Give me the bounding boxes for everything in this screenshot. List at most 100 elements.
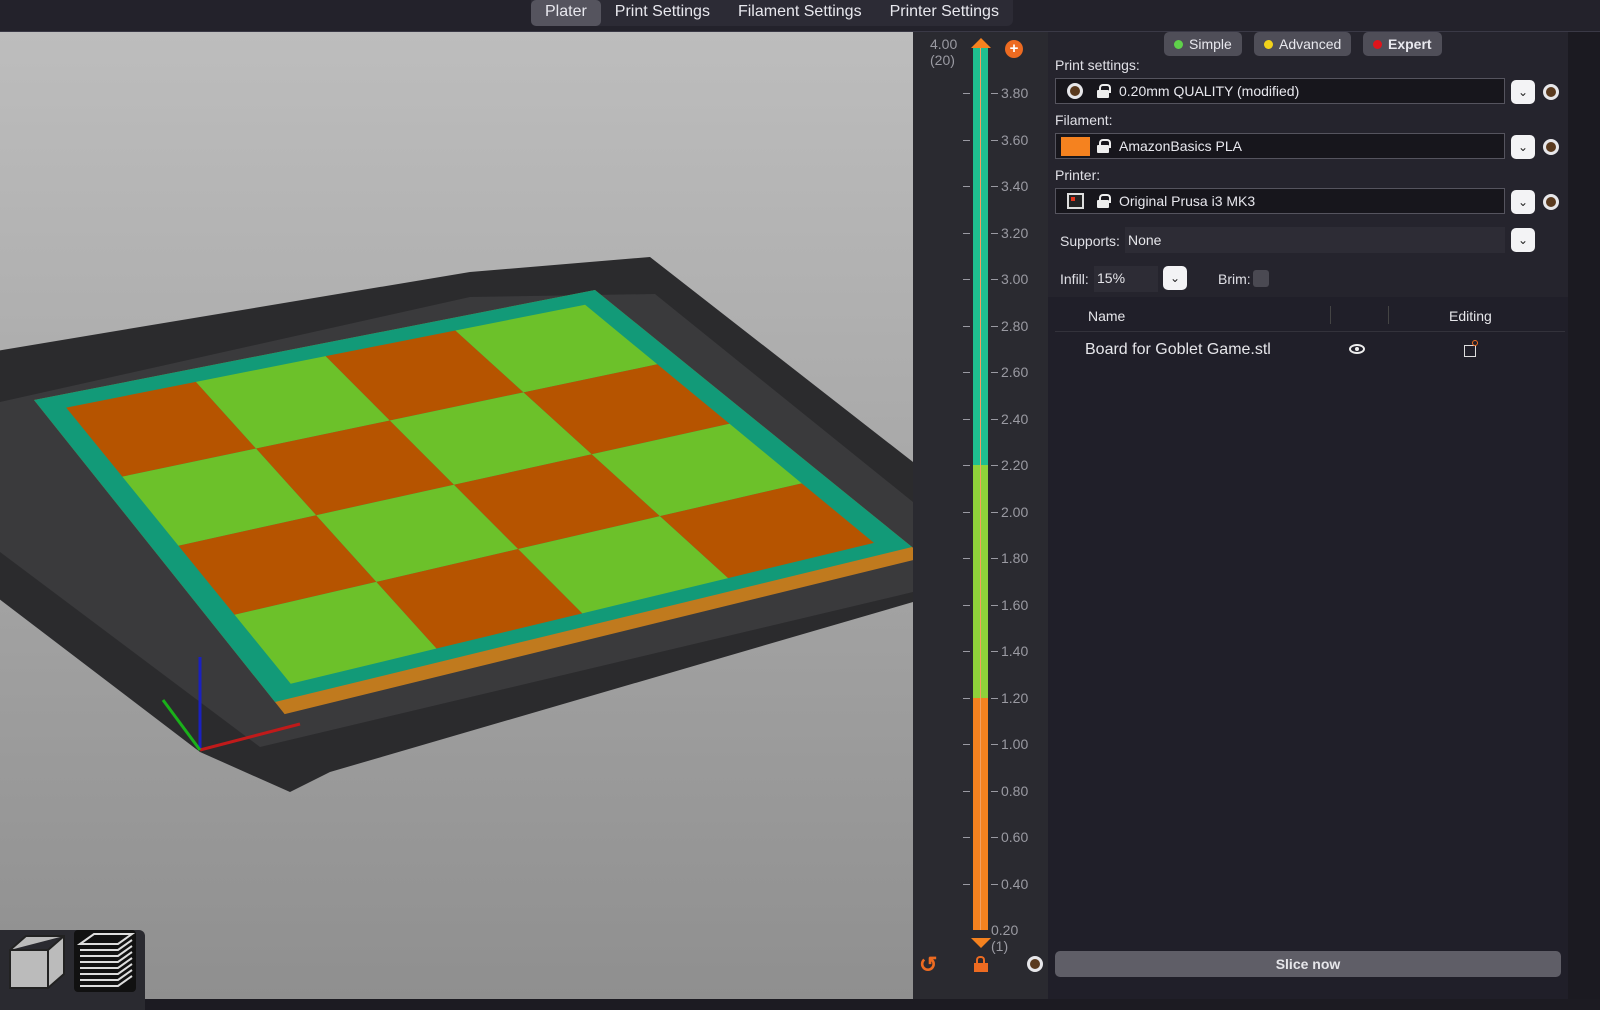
print-preview-scene[interactable]: [0, 32, 913, 999]
tick-mark: [991, 232, 998, 234]
tick-mark: [991, 790, 998, 792]
object-name: Board for Goblet Game.stl: [1085, 341, 1271, 358]
editing-column-header[interactable]: Editing: [1449, 308, 1492, 324]
tick-mark: [991, 372, 998, 374]
slice-now-button[interactable]: Slice now: [1055, 951, 1561, 977]
mode-label: Simple: [1189, 36, 1232, 52]
infill-label: Infill:: [1060, 271, 1089, 287]
mode-simple-button[interactable]: Simple: [1164, 32, 1242, 56]
tick-mark: [991, 465, 998, 467]
layers-view-icon[interactable]: [74, 930, 136, 992]
tick-mark: [991, 93, 998, 95]
edit-printer-icon[interactable]: [1543, 194, 1559, 210]
tick-mark: [963, 186, 970, 188]
tick-mark: [991, 604, 998, 606]
chevron-down-icon[interactable]: ⌄: [1163, 266, 1187, 290]
mode-label: Advanced: [1279, 36, 1342, 52]
tick-mark: [963, 511, 970, 513]
tab-printer-settings[interactable]: Printer Settings: [876, 0, 1013, 26]
tick-label: 2.60: [1001, 364, 1029, 381]
visibility-eye-icon[interactable]: [1349, 344, 1365, 354]
edit-object-icon[interactable]: [1464, 340, 1478, 357]
tick-mark: [991, 558, 998, 560]
tab-print-settings[interactable]: Print Settings: [601, 0, 724, 26]
supports-select[interactable]: None: [1125, 227, 1505, 253]
tick-mark: [963, 325, 970, 327]
gear-icon: [1067, 83, 1083, 99]
tick-mark: [963, 604, 970, 606]
upper-thumb[interactable]: [971, 38, 991, 48]
add-color-change-icon[interactable]: +: [1005, 40, 1023, 58]
tick-label: 0.40: [1001, 875, 1029, 892]
tick-label: 3.00: [1001, 271, 1029, 288]
tick-mark: [963, 558, 970, 560]
chevron-down-icon[interactable]: ⌄: [1511, 135, 1535, 159]
sidebar: Simple Advanced Expert Print settings: 0…: [1048, 32, 1568, 999]
filament-label: Filament:: [1055, 112, 1113, 128]
tick-mark: [991, 279, 998, 281]
lower-thumb[interactable]: [971, 938, 991, 948]
tick-mark: [991, 418, 998, 420]
tick-mark: [963, 372, 970, 374]
tick-mark: [963, 744, 970, 746]
object-list-header: Name Editing: [1055, 300, 1565, 332]
printer-combo[interactable]: Original Prusa i3 MK3: [1055, 188, 1505, 214]
bottom-value: 0.20: [991, 922, 1019, 938]
view-toolbar: [0, 930, 145, 1010]
print-settings-label: Print settings:: [1055, 57, 1140, 73]
tick-mark: [991, 697, 998, 699]
filament-combo[interactable]: AmazonBasics PLA: [1055, 133, 1505, 159]
tick-mark: [991, 744, 998, 746]
window-edge: [1568, 32, 1600, 999]
tick-mark: [991, 511, 998, 513]
undo-icon[interactable]: ↺: [919, 952, 937, 978]
tick-mark: [963, 697, 970, 699]
mode-advanced-button[interactable]: Advanced: [1254, 32, 1352, 56]
3d-viewport[interactable]: [0, 32, 913, 1010]
tick-mark: [963, 418, 970, 420]
unlock-icon[interactable]: [974, 956, 988, 972]
tick-label: 3.80: [1001, 85, 1029, 102]
tab-filament-settings[interactable]: Filament Settings: [724, 0, 876, 26]
tick-label: 3.60: [1001, 131, 1029, 148]
tick-label: 1.80: [1001, 550, 1029, 567]
3d-view-icon[interactable]: [6, 930, 68, 992]
tick-mark: [991, 883, 998, 885]
lock-icon: [1097, 194, 1111, 208]
brim-label: Brim:: [1218, 271, 1251, 287]
lock-icon: [1097, 139, 1111, 153]
top-layer: (20): [930, 52, 955, 68]
tick-mark: [991, 651, 998, 653]
settings-gear-icon[interactable]: [1027, 956, 1043, 972]
bottom-layer: (1): [991, 938, 1009, 954]
tick-mark: [991, 325, 998, 327]
tick-label: 2.40: [1001, 410, 1029, 427]
layer-range-bar[interactable]: [973, 46, 988, 942]
layer-segment: [973, 465, 988, 698]
mode-label: Expert: [1388, 36, 1432, 52]
tick-label: 1.60: [1001, 596, 1029, 613]
tick-mark: [963, 93, 970, 95]
tab-plater[interactable]: Plater: [531, 0, 601, 26]
edit-print-settings-icon[interactable]: [1543, 84, 1559, 100]
brim-checkbox[interactable]: [1253, 270, 1269, 287]
tick-label: 0.60: [1001, 829, 1029, 846]
print-settings-combo[interactable]: 0.20mm QUALITY (modified): [1055, 78, 1505, 104]
chevron-down-icon[interactable]: ⌄: [1511, 228, 1535, 252]
top-value: 4.00: [930, 36, 958, 52]
layer-slider[interactable]: 4.00 (20) + 3.80 3.60 3.40 3.20 3.00 2.80 2.60…: [913, 32, 1048, 999]
printer-label: Printer:: [1055, 167, 1101, 183]
edit-filament-icon[interactable]: [1543, 139, 1559, 155]
name-column-header[interactable]: Name: [1088, 308, 1125, 324]
tick-mark: [963, 139, 970, 141]
mode-expert-button[interactable]: Expert: [1363, 32, 1442, 56]
supports-label: Supports:: [1060, 233, 1120, 249]
tick-label: 1.00: [1001, 736, 1029, 753]
object-row[interactable]: Board for Goblet Game.stl: [1055, 334, 1565, 366]
layer-segment: [973, 47, 988, 466]
filament-color-swatch[interactable]: [1061, 137, 1090, 156]
chevron-down-icon[interactable]: ⌄: [1511, 80, 1535, 104]
infill-select[interactable]: 15%: [1094, 266, 1158, 292]
chevron-down-icon[interactable]: ⌄: [1511, 190, 1535, 214]
red-dot-icon: [1373, 40, 1382, 49]
